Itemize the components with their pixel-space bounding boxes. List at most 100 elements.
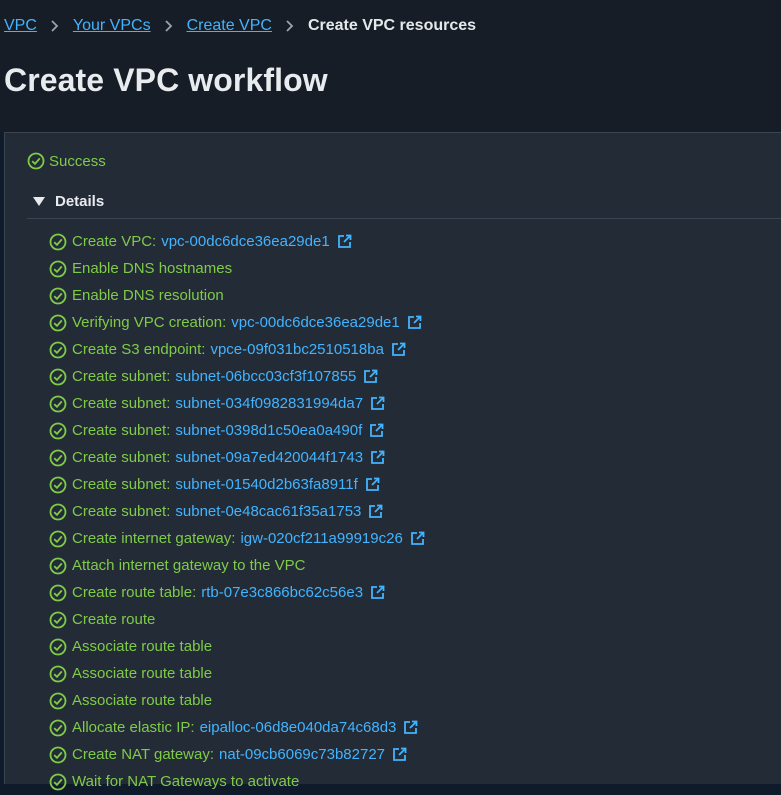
step-label: Enable DNS resolution — [72, 287, 224, 304]
check-circle-icon — [49, 260, 67, 277]
resource-link[interactable]: subnet-0e48cac61f35a1753 — [175, 503, 361, 520]
external-link-icon[interactable] — [402, 719, 419, 736]
details-label: Details — [55, 193, 105, 210]
list-item: Verifying VPC creation: vpc-00dc6dce36ea2… — [49, 309, 426, 336]
check-circle-icon — [49, 530, 67, 547]
workflow-panel: Success Details Create VPC: vpc-00dc6dce3… — [4, 132, 781, 790]
step-label: Verifying VPC creation: — [72, 314, 227, 331]
check-circle-icon — [49, 638, 67, 655]
list-item: Create subnet: subnet-0398d1c50ea0a490f — [49, 417, 426, 444]
list-item: Create subnet: subnet-06bcc03cf3f107855 — [49, 363, 426, 390]
step-label: Create S3 endpoint: — [72, 341, 206, 358]
external-link-icon[interactable] — [336, 233, 353, 250]
list-item: Create route — [49, 606, 426, 633]
check-circle-icon — [49, 692, 67, 709]
step-list: Create VPC: vpc-00dc6dce36ea29de1 Enable D… — [49, 228, 426, 795]
check-circle-icon — [49, 395, 67, 412]
resource-link[interactable]: vpc-00dc6dce36ea29de1 — [231, 314, 399, 331]
step-label: Create subnet: — [72, 449, 171, 466]
breadcrumb-create-vpc[interactable]: Create VPC — [187, 17, 272, 35]
check-circle-icon — [49, 476, 67, 493]
step-label: Wait for NAT Gateways to activate — [72, 773, 300, 790]
breadcrumb-your-vpcs[interactable]: Your VPCs — [73, 17, 151, 35]
check-circle-icon — [49, 503, 67, 520]
check-circle-icon — [49, 287, 67, 304]
check-circle-icon — [49, 314, 67, 331]
list-item: Create S3 endpoint: vpce-09f031bc2510518b… — [49, 336, 426, 363]
resource-link[interactable]: subnet-06bcc03cf3f107855 — [175, 368, 356, 385]
chevron-right-icon — [151, 19, 187, 33]
external-link-icon[interactable] — [368, 422, 385, 439]
resource-link[interactable]: vpce-09f031bc2510518ba — [210, 341, 383, 358]
details-toggle[interactable]: Details — [27, 185, 781, 219]
list-item: Attach internet gateway to the VPC — [49, 552, 426, 579]
external-link-icon[interactable] — [369, 395, 386, 412]
step-label: Create subnet: — [72, 503, 171, 520]
list-item: Create NAT gateway: nat-09cb6069c73b82727 — [49, 741, 426, 768]
step-label: Associate route table — [72, 638, 213, 655]
step-label: Allocate elastic IP: — [72, 719, 195, 736]
check-circle-icon — [49, 584, 67, 601]
list-item: Create subnet: subnet-0e48cac61f35a1753 — [49, 498, 426, 525]
external-link-icon[interactable] — [391, 746, 408, 763]
page-header: VPC Your VPCs Create VPC Create VPC reso… — [0, 0, 781, 132]
resource-link[interactable]: eipalloc-06d8e040da74c68d3 — [200, 719, 397, 736]
resource-link[interactable]: vpc-00dc6dce36ea29de1 — [161, 233, 329, 250]
resource-link[interactable]: subnet-0398d1c50ea0a490f — [175, 422, 362, 439]
list-item: Create subnet: subnet-034f0982831994da7 — [49, 390, 426, 417]
external-link-icon[interactable] — [362, 368, 379, 385]
check-circle-icon — [49, 233, 67, 250]
breadcrumb-current: Create VPC resources — [307, 17, 477, 34]
external-link-icon[interactable] — [406, 314, 423, 331]
check-circle-icon — [49, 665, 67, 682]
list-item: Create subnet: subnet-01540d2b63fa8911f — [49, 471, 426, 498]
external-link-icon[interactable] — [390, 341, 407, 358]
check-circle-icon — [49, 611, 67, 628]
list-item: Create VPC: vpc-00dc6dce36ea29de1 — [49, 228, 426, 255]
external-link-icon[interactable] — [409, 530, 426, 547]
resource-link[interactable]: subnet-034f0982831994da7 — [175, 395, 363, 412]
step-label: Create route — [72, 611, 156, 628]
step-label: Associate route table — [72, 665, 213, 682]
status-badge: Success — [27, 152, 106, 170]
step-label: Create subnet: — [72, 422, 171, 439]
external-link-icon[interactable] — [369, 584, 386, 601]
step-label: Attach internet gateway to the VPC — [72, 557, 306, 574]
list-item: Allocate elastic IP: eipalloc-06d8e040da7… — [49, 714, 426, 741]
list-item: Enable DNS resolution — [49, 282, 426, 309]
status-label: Success — [49, 152, 106, 170]
check-circle-icon — [49, 368, 67, 385]
breadcrumb: VPC Your VPCs Create VPC Create VPC reso… — [4, 14, 476, 38]
external-link-icon[interactable] — [364, 476, 381, 493]
breadcrumb-vpc[interactable]: VPC — [4, 17, 37, 35]
step-label: Create NAT gateway: — [72, 746, 215, 763]
resource-link[interactable]: subnet-09a7ed420044f1743 — [175, 449, 363, 466]
caret-down-icon — [33, 197, 45, 206]
resource-link[interactable]: rtb-07e3c866bc62c56e3 — [201, 584, 363, 601]
chevron-right-icon — [37, 19, 73, 33]
resource-link[interactable]: subnet-01540d2b63fa8911f — [175, 476, 357, 493]
check-circle-icon — [49, 719, 67, 736]
step-label: Create subnet: — [72, 368, 171, 385]
step-label: Create subnet: — [72, 395, 171, 412]
list-item: Create subnet: subnet-09a7ed420044f1743 — [49, 444, 426, 471]
external-link-icon[interactable] — [367, 503, 384, 520]
step-label: Create route table: — [72, 584, 197, 601]
external-link-icon[interactable] — [369, 449, 386, 466]
list-item: Create internet gateway: igw-020cf211a999… — [49, 525, 426, 552]
resource-link[interactable]: nat-09cb6069c73b82727 — [219, 746, 385, 763]
list-item: Enable DNS hostnames — [49, 255, 426, 282]
list-item: Associate route table — [49, 660, 426, 687]
check-circle-icon — [27, 152, 45, 170]
check-circle-icon — [49, 341, 67, 358]
check-circle-icon — [49, 422, 67, 439]
list-item: Associate route table — [49, 687, 426, 714]
step-label: Create subnet: — [72, 476, 171, 493]
chevron-right-icon — [272, 19, 308, 33]
resource-link[interactable]: igw-020cf211a99919c26 — [240, 530, 402, 547]
step-label: Create internet gateway: — [72, 530, 236, 547]
list-item: Create route table: rtb-07e3c866bc62c56e3 — [49, 579, 426, 606]
check-circle-icon — [49, 449, 67, 466]
page-title: Create VPC workflow — [4, 62, 328, 98]
check-circle-icon — [49, 773, 67, 790]
